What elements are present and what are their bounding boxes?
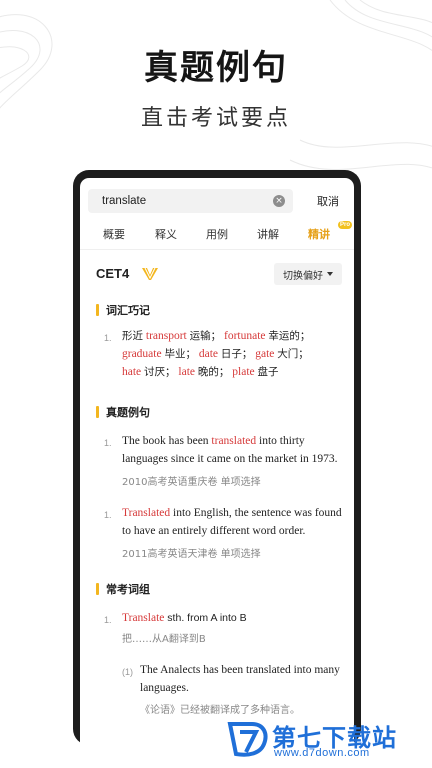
section-title: 真题例句 (106, 406, 150, 419)
phrase-meaning: 把……从A翻译到B (122, 634, 206, 645)
mnemonic-word[interactable]: fortunate (224, 330, 266, 342)
exam-sentence-item: 1. Translated into English, the sentence… (104, 504, 342, 564)
section-accent-bar (96, 583, 99, 595)
switch-preference-button[interactable]: 切换偏好 (274, 263, 342, 285)
tab-explanation[interactable]: 讲解 (257, 226, 279, 242)
mnemonic-prefix: 形近 (122, 330, 143, 342)
search-bar: translate × 取消 (88, 188, 354, 214)
mnemonic-word[interactable]: hate (122, 366, 141, 378)
item-number: 1. (104, 333, 112, 343)
section-mnemonic-heading: 词汇巧记 (96, 302, 150, 318)
phrase-example: (1) The Analects has been translated int… (122, 661, 342, 720)
tab-detailed[interactable]: 精讲 Pro (308, 221, 353, 242)
mnemonic-meaning: 讨厌； (144, 366, 176, 378)
exam-source: 2011高考英语天津卷 单项选择 (122, 549, 261, 560)
section-phrases-heading: 常考词组 (96, 581, 150, 597)
section-accent-bar (96, 406, 99, 418)
mnemonic-word[interactable]: plate (232, 366, 254, 378)
phrase-keyword[interactable]: Translate (122, 612, 164, 624)
search-input[interactable]: translate (102, 195, 273, 207)
example-text: The Analects has been translated into ma… (140, 664, 340, 694)
mnemonic-meaning: 盘子 (257, 366, 279, 378)
switch-preference-label: 切换偏好 (283, 270, 323, 282)
mnemonic-word[interactable]: date (199, 348, 218, 360)
mnemonic-word[interactable]: transport (146, 330, 187, 342)
tab-definitions[interactable]: 释义 (155, 226, 177, 242)
tab-usage[interactable]: 用例 (206, 226, 228, 242)
example-number: (1) (122, 667, 133, 677)
app-screen: translate × 取消 概要 释义 用例 讲解 精讲 Pro CET4 切… (80, 178, 354, 745)
sentence-keyword[interactable]: Translated (122, 507, 170, 519)
phrase-item: 1. Translate sth. from A into B 把……从A翻译到… (104, 609, 342, 720)
mnemonic-word[interactable]: late (178, 366, 195, 378)
clear-circle-icon[interactable]: × (273, 195, 285, 207)
item-number: 1. (104, 438, 112, 448)
phone-frame: translate × 取消 概要 释义 用例 讲解 精讲 Pro CET4 切… (73, 170, 361, 745)
tab-divider (80, 249, 354, 250)
section-title: 词汇巧记 (106, 304, 150, 317)
section-exam-heading: 真题例句 (96, 404, 150, 420)
mnemonic-meaning: 运输； (189, 330, 222, 342)
mnemonic-word[interactable]: gate (255, 348, 274, 360)
mnemonic-meaning: 毕业； (164, 348, 196, 360)
mnemonic-meaning: 日子； (220, 348, 253, 360)
tab-overview[interactable]: 概要 (103, 226, 125, 242)
item-number: 1. (104, 615, 112, 625)
mnemonic-meaning: 大门； (277, 348, 309, 360)
cancel-button[interactable]: 取消 (317, 193, 339, 209)
search-field[interactable]: translate × (88, 189, 293, 213)
exam-sentence-item: 1. The book has been translated into thi… (104, 432, 342, 492)
promo-subtitle: 直击考试要点 (140, 106, 291, 131)
v-badge-icon (142, 267, 158, 280)
pro-badge: Pro (338, 221, 353, 229)
caret-down-icon (327, 272, 333, 276)
mnemonic-item: 1. 形近 transport 运输； fortunate 幸运的； gradu… (104, 327, 342, 381)
exam-level-label: CET4 (96, 266, 131, 281)
promo-title: 真题例句 (144, 48, 288, 88)
phrase-rest: sth. from A into B (164, 612, 247, 624)
section-title: 常考词组 (106, 583, 150, 596)
watermark-url: www.d7down.com (274, 747, 370, 759)
section-accent-bar (96, 304, 99, 316)
exam-source: 2010高考英语重庆卷 单项选择 (122, 477, 261, 488)
level-row: CET4 切换偏好 (96, 263, 342, 287)
mnemonic-meaning: 晚的； (197, 366, 230, 378)
mnemonic-meaning: 幸运的； (268, 330, 311, 342)
site-watermark: 第七下载站 www.d7down.com (226, 718, 426, 762)
tab-bar: 概要 释义 用例 讲解 精讲 Pro (80, 221, 354, 248)
d7-logo-icon (227, 722, 268, 757)
item-number: 1. (104, 510, 112, 520)
sentence-keyword[interactable]: translated (211, 435, 256, 447)
sentence-before: The book has been (122, 435, 212, 447)
tab-detailed-label: 精讲 (308, 228, 330, 241)
mnemonic-word[interactable]: graduate (122, 348, 162, 360)
